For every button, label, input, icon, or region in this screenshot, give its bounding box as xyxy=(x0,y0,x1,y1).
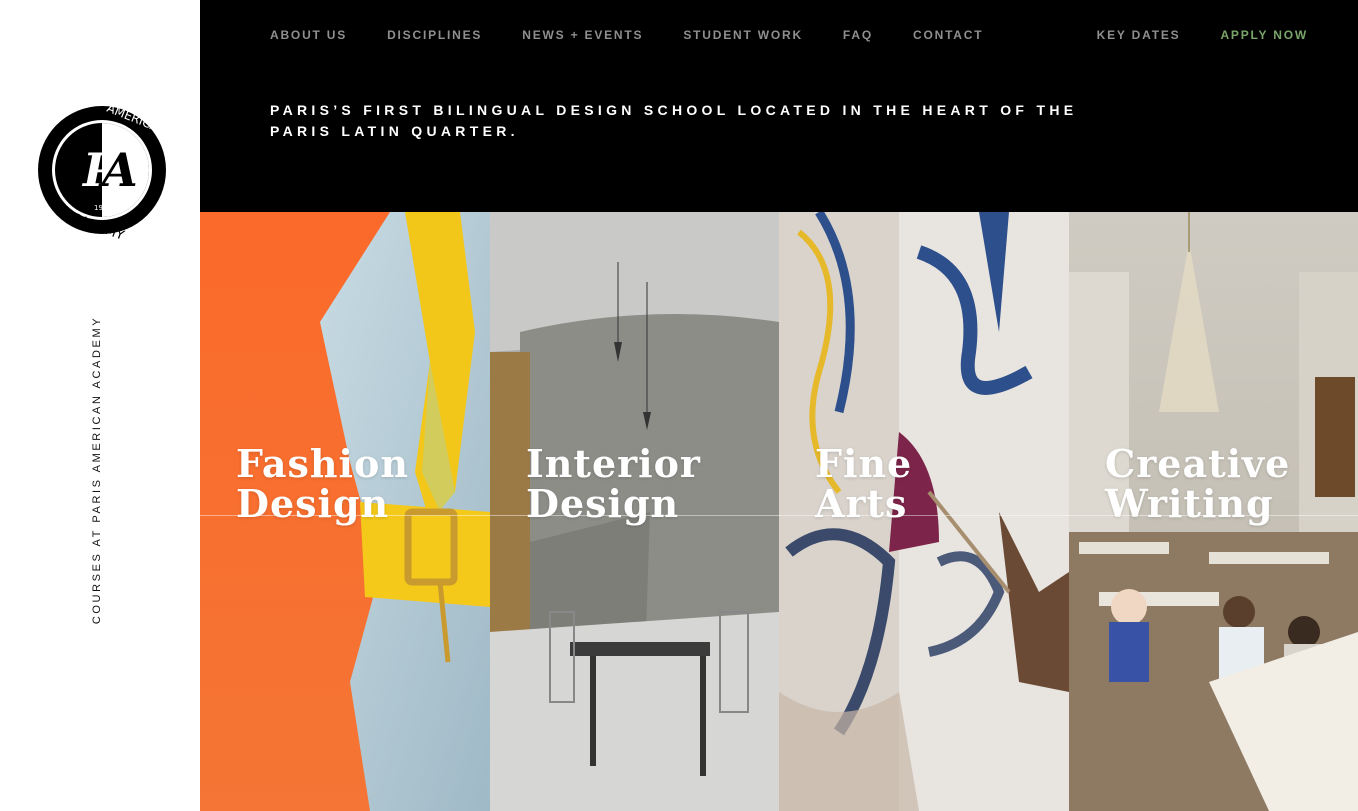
panel-fine-arts[interactable]: Fine Arts xyxy=(779,212,1069,811)
header: ABOUT US DISCIPLINES NEWS + EVENTS STUDE… xyxy=(200,0,1358,212)
panels-divider-line xyxy=(200,515,1358,516)
panel-fashion-design[interactable]: Fashion Design xyxy=(200,212,490,811)
nav-about-us[interactable]: ABOUT US xyxy=(270,28,347,42)
panel-creative-writing[interactable]: Creative Writing xyxy=(1069,212,1358,811)
nav-contact[interactable]: CONTACT xyxy=(913,28,983,42)
logo-seal-icon: P A PARIS AMERICAN ACADEMY 1965 xyxy=(33,101,169,244)
nav-disciplines[interactable]: DISCIPLINES xyxy=(387,28,482,42)
discipline-title-creative-writing[interactable]: Creative Writing xyxy=(1105,444,1290,524)
panel-interior-design[interactable]: Interior Design xyxy=(490,212,779,811)
svg-text:1965: 1965 xyxy=(94,204,112,212)
discipline-panels: Fashion Design Interior Design Fine Arts… xyxy=(200,212,1358,811)
nav-news-events[interactable]: NEWS + EVENTS xyxy=(522,28,643,42)
discipline-title-fashion[interactable]: Fashion Design xyxy=(236,444,409,524)
vertical-courses-label: COURSES AT PARIS AMERICAN ACADEMY xyxy=(91,315,103,625)
svg-text:A: A xyxy=(98,143,138,197)
main-nav: ABOUT US DISCIPLINES NEWS + EVENTS STUDE… xyxy=(270,28,1023,42)
key-dates-link[interactable]: KEY DATES xyxy=(1097,28,1181,42)
nav-student-work[interactable]: STUDENT WORK xyxy=(683,28,803,42)
secondary-nav: KEY DATES APPLY NOW xyxy=(1097,28,1308,42)
apply-now-link[interactable]: APPLY NOW xyxy=(1220,28,1308,42)
sidebar: P A PARIS AMERICAN ACADEMY 1965 COURSES … xyxy=(0,0,200,811)
discipline-title-fine-arts[interactable]: Fine Arts xyxy=(815,444,912,524)
school-tagline: PARIS’S FIRST BILINGUAL DESIGN SCHOOL LO… xyxy=(270,102,1078,139)
nav-faq[interactable]: FAQ xyxy=(843,28,873,42)
academy-logo[interactable]: P A PARIS AMERICAN ACADEMY 1965 xyxy=(33,100,170,244)
discipline-title-interior[interactable]: Interior Design xyxy=(526,444,701,524)
